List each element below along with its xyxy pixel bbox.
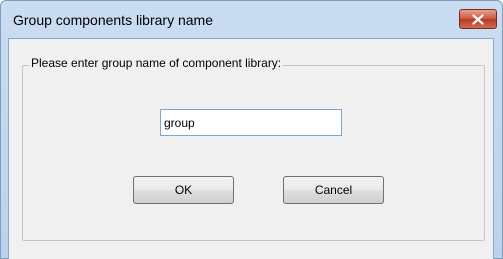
ok-button[interactable]: OK — [133, 176, 234, 204]
close-button[interactable] — [459, 9, 497, 29]
close-icon — [472, 13, 484, 25]
title-bar[interactable]: Group components library name — [1, 1, 502, 39]
window-title: Group components library name — [13, 12, 213, 28]
group-name-input[interactable] — [160, 109, 342, 136]
group-box-label: Please enter group name of component lib… — [29, 56, 284, 70]
group-box — [22, 65, 485, 241]
cancel-button[interactable]: Cancel — [283, 176, 384, 204]
